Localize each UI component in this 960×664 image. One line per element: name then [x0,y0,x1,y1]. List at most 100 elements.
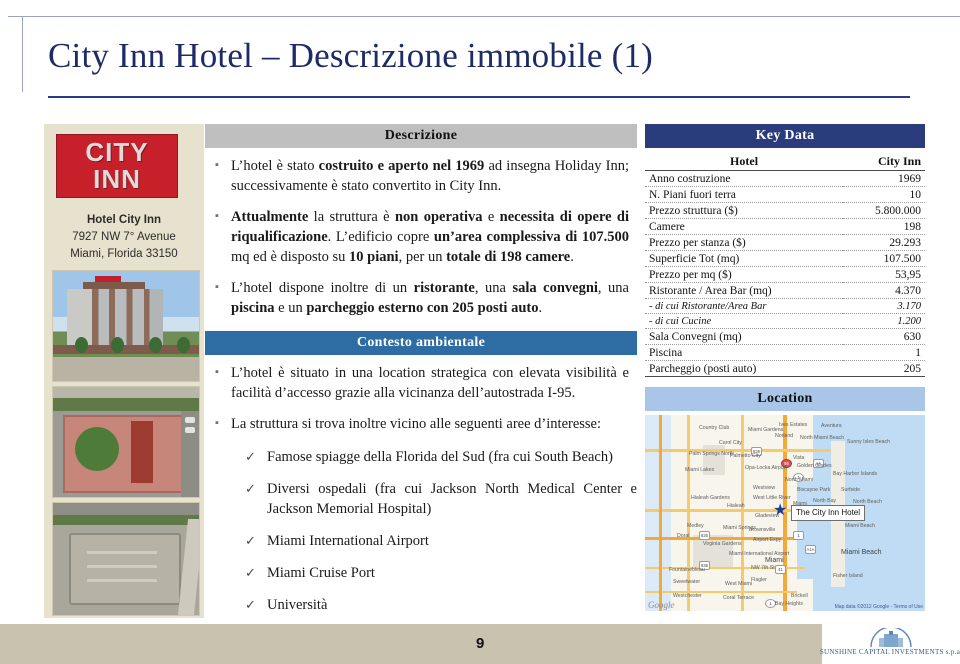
key-data-table: Hotel City Inn Anno costruzione 1969 N. Pi… [645,152,925,377]
table-row: Superficie Tot (mq) 107.500 [645,250,925,267]
map-place-label: Miami Lakes [685,467,715,473]
key-data-label: Parcheggio (posti auto) [645,360,844,377]
photo-parking-stripe [87,565,157,568]
key-data-value: 205 [843,360,925,377]
sub-bullet-item: Miami Cruise Port [237,563,637,583]
key-data-value: 4.370 [843,282,925,299]
logo-line-2: INN [93,164,141,194]
key-data-label: - di cui Cucine [645,313,844,329]
key-data-value: 10 [843,186,925,203]
section-header-location: Location [645,387,925,411]
map-place-label: Surfside [841,487,861,493]
table-header-row: Hotel City Inn [645,152,925,171]
map-place-label: Medley [687,523,704,529]
bullet-item: L’hotel è situato in una location strate… [209,362,629,403]
bullet-text: L’hotel è stato [231,158,319,174]
map-road-horizontal [645,591,797,593]
photo-side-road [181,411,199,497]
photo-rooftop-sign [95,276,121,282]
bullet-text: . [570,249,574,265]
map-place-label: NW 7th St [751,565,775,571]
photo-car [185,427,195,433]
map-place-label: Doral [677,533,690,539]
header-rule-vertical [22,16,23,92]
map-place-label: Golden Glades [797,463,832,469]
key-data-label: Ristorante / Area Bar (mq) [645,282,844,299]
map-marker-star-icon: ★ [773,502,788,519]
bullet-text: e un [274,300,307,316]
key-data-label: Piscina [645,344,844,361]
location-map[interactable]: 826 95 1A 1 826 1 836 41 1 A1A Country C… [645,415,925,611]
key-data-label: Prezzo struttura ($) [645,202,844,219]
key-data-label: Sala Convegni (mq) [645,328,844,345]
map-place-label: Westchester [673,593,702,599]
bullet-emphasis: non operativa [394,209,483,225]
contesto-subbullet-list: Famose spiagge della Florida del Sud (fr… [205,447,637,615]
company-logo: SUNSHINE CAPITAL INVESTMENTS s.p.a. [819,620,960,664]
map-place-label: North Bay [813,498,837,504]
map-place-label: Hialeah Gardens [691,495,730,501]
map-place-label: Aventura [821,423,842,429]
map-place-label: Palm Springs North [689,451,734,457]
map-place-label: Bay Harbor Islands [833,471,878,477]
table-row: Prezzo struttura ($) 5.800.000 [645,202,925,219]
bullet-text: La struttura si trova inoltre vicino all… [231,416,602,432]
bullet-emphasis: parcheggio esterno con 205 posti auto [306,300,539,316]
key-data-value: 29.293 [843,234,925,251]
photo-tree [149,337,162,353]
map-place-label: Miami Beach [841,549,882,556]
bullet-emphasis: ristorante [413,280,475,296]
sub-bullet-item: Diversi ospedali (fra cui Jackson North … [237,479,637,519]
key-data-value: 630 [843,328,925,345]
table-row: Camere 198 [645,218,925,235]
bullet-emphasis: Attualmente [231,209,309,225]
map-marker-callout: The City Inn Hotel [791,505,866,521]
bullet-text: , una [474,280,513,296]
bullet-item: La struttura si trova inoltre vicino all… [209,413,629,434]
photo-street-strip [53,503,199,525]
photo-low-rise-wing [131,421,153,483]
bullet-text: L’hotel dispone inoltre di un [231,280,414,296]
key-data-label: Prezzo per stanza ($) [645,234,844,251]
table-row: Parcheggio (posti auto) 205 [645,360,925,377]
page-number: 9 [476,635,485,652]
map-place-label: Carol City [719,440,742,446]
bullet-text: . [538,300,543,316]
header-rule-horizontal [8,16,960,17]
map-place-label: Brownsville [749,527,776,533]
sub-bullet-item: Miami International Airport [237,531,637,551]
map-west-edge [645,415,671,611]
key-data-label: N. Piani fuori terra [645,186,844,203]
photo-parking-lot [69,533,181,605]
contesto-bullet-list: L’hotel è situato in una location strate… [205,355,637,447]
map-route-shield: 41 [775,565,786,574]
map-place-label: West Little River [753,495,791,501]
key-data-value: 107.500 [843,250,925,267]
map-place-label: Ives Estates [779,422,808,428]
bullet-text: , per un [398,249,447,265]
photo-street-strip [53,387,199,411]
hotel-address-block: Hotel City Inn 7927 NW 7° Avenue Miami, … [46,212,202,263]
bullet-text: la struttura è [308,209,395,225]
table-row: Piscina 1 [645,344,925,361]
city-inn-logo: CITY INN [56,134,178,198]
bullet-emphasis: sala convegni [512,280,598,296]
key-data-label: Prezzo per mq ($) [645,266,844,283]
section-header-contesto-ambientale: Contesto ambientale [205,331,637,355]
table-row: Prezzo per stanza ($) 29.293 [645,234,925,251]
map-place-label: Fisher Island [833,573,863,579]
key-data-label: Anno costruzione [645,170,844,187]
column-header-hotel: Hotel [645,152,844,171]
key-data-value: 1 [843,344,925,361]
photo-tree [111,337,124,353]
map-place-label: Brickell [791,593,808,599]
map-place-label: Opa-Locka Airport [745,465,787,471]
table-row: Ristorante / Area Bar (mq) 4.370 [645,282,925,299]
map-place-label: Country Club [699,425,730,431]
key-data-label: - di cui Ristorante/Area Bar [645,298,844,314]
company-name: SUNSHINE CAPITAL INVESTMENTS s.p.a. [819,648,960,656]
table-row: N. Piani fuori terra 10 [645,186,925,203]
map-place-label: Vista [793,455,805,461]
photo-vegetation [75,427,119,471]
photo-hotel-exterior [52,270,200,382]
